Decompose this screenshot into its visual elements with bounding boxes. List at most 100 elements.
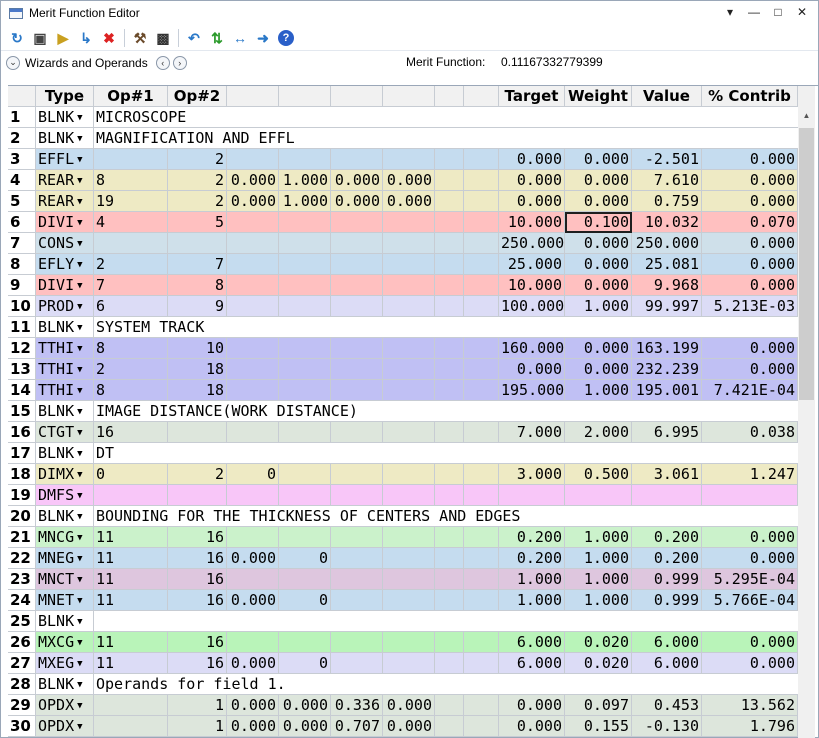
table-cell[interactable]: 11 [94,632,168,653]
table-cell[interactable] [383,485,435,506]
table-cell[interactable]: 0.000 [227,653,279,674]
column-header-blank-4[interactable] [227,86,279,107]
table-cell[interactable] [435,212,464,233]
table-cell[interactable] [331,254,383,275]
table-cell[interactable]: 160.000 [499,338,565,359]
table-cell[interactable]: 0.000 [499,695,565,716]
table-cell[interactable] [279,422,331,443]
table-cell[interactable] [464,212,499,233]
comment-cell[interactable]: DT [94,443,798,464]
column-header-blank-8[interactable] [435,86,464,107]
table-cell[interactable]: 0.000 [702,653,798,674]
table-cell[interactable] [168,233,227,254]
table-cell[interactable]: 1.796 [702,716,798,737]
table-cell[interactable] [435,170,464,191]
table-cell[interactable] [464,569,499,590]
wizards-label[interactable]: Wizards and Operands [25,56,148,70]
column-header--contrib[interactable]: % Contrib [702,86,798,107]
column-header-op-1[interactable]: Op#1 [94,86,168,107]
operand-type-select[interactable]: DIMX ▼ [36,464,94,485]
table-cell[interactable]: 0.000 [702,170,798,191]
minimize-button[interactable]: — [744,3,764,21]
table-cell[interactable]: 0.000 [702,359,798,380]
table-cell[interactable] [464,359,499,380]
dropdown-arrow-icon[interactable]: ▼ [77,617,82,627]
expand-wizards-button[interactable]: ⌄ [6,55,20,70]
table-cell[interactable]: 0.020 [565,653,632,674]
table-cell[interactable] [435,254,464,275]
table-cell[interactable] [383,359,435,380]
table-cell[interactable]: 0.097 [565,695,632,716]
table-cell[interactable]: 0.000 [383,170,435,191]
table-cell[interactable]: 6.000 [499,653,565,674]
table-cell[interactable] [632,485,702,506]
table-cell[interactable] [383,254,435,275]
table-cell[interactable] [464,254,499,275]
table-cell[interactable] [464,422,499,443]
operand-type-select[interactable]: DMFS ▼ [36,485,94,506]
table-cell[interactable]: 0.100 [565,212,632,233]
column-header-blank-0[interactable] [8,86,36,107]
table-cell[interactable]: 0 [279,590,331,611]
table-cell[interactable]: 16 [168,569,227,590]
table-cell[interactable] [383,233,435,254]
dropdown-arrow-icon[interactable]: ▼ [77,428,82,438]
column-header-target[interactable]: Target [499,86,565,107]
operand-type-select[interactable]: BLNK ▼ [36,443,94,464]
table-cell[interactable] [435,191,464,212]
table-cell[interactable]: 7.610 [632,170,702,191]
operand-type-select[interactable]: BLNK ▼ [36,317,94,338]
table-cell[interactable]: 5.766E-04 [702,590,798,611]
table-cell[interactable]: 6 [94,296,168,317]
table-cell[interactable] [464,716,499,737]
dropdown-arrow-icon[interactable]: ▼ [77,722,82,732]
table-cell[interactable] [227,275,279,296]
dropdown-arrow-icon[interactable]: ▼ [77,596,82,606]
table-cell[interactable] [279,380,331,401]
table-cell[interactable] [464,464,499,485]
column-header-blank-5[interactable] [279,86,331,107]
column-header-type[interactable]: Type [36,86,94,107]
table-cell[interactable] [279,212,331,233]
operand-type-select[interactable]: MNET ▼ [36,590,94,611]
dropdown-arrow-icon[interactable]: ▼ [77,323,82,333]
dropdown-arrow-icon[interactable]: ▼ [77,155,82,165]
operand-type-select[interactable]: DIVI ▼ [36,212,94,233]
table-cell[interactable] [279,359,331,380]
comment-cell[interactable]: MAGNIFICATION AND EFFL [94,128,798,149]
table-cell[interactable]: 1.000 [279,170,331,191]
operand-type-select[interactable]: CONS ▼ [36,233,94,254]
table-cell[interactable] [227,485,279,506]
table-cell[interactable]: 0.000 [702,275,798,296]
expand-icon[interactable]: ↔ [230,28,250,48]
table-cell[interactable]: 0.000 [702,149,798,170]
table-cell[interactable]: 0.000 [227,170,279,191]
table-cell[interactable] [435,233,464,254]
load-icon[interactable]: ▶ [53,28,73,48]
table-cell[interactable]: 0.000 [565,170,632,191]
table-cell[interactable] [331,275,383,296]
table-cell[interactable]: 0 [279,653,331,674]
chevron-down-icon[interactable]: ▾ [720,3,740,21]
table-cell[interactable]: 0.000 [499,149,565,170]
table-cell[interactable] [383,632,435,653]
table-cell[interactable]: 0.000 [331,170,383,191]
wizard-icon[interactable]: ⚒ [130,28,150,48]
table-cell[interactable]: 7.000 [499,422,565,443]
table-cell[interactable]: 5.213E-03 [702,296,798,317]
comment-cell[interactable]: Operands for field 1. [94,674,798,695]
table-cell[interactable]: 0.000 [227,191,279,212]
operand-type-select[interactable]: EFFL ▼ [36,149,94,170]
table-cell[interactable]: 0.000 [565,359,632,380]
table-cell[interactable] [279,338,331,359]
table-cell[interactable]: 0.000 [565,338,632,359]
table-cell[interactable] [331,212,383,233]
table-cell[interactable] [227,338,279,359]
table-cell[interactable] [435,590,464,611]
operand-type-select[interactable]: BLNK ▼ [36,674,94,695]
table-cell[interactable]: 11 [94,590,168,611]
table-cell[interactable]: 7 [94,275,168,296]
table-cell[interactable]: 250.000 [499,233,565,254]
table-cell[interactable] [702,485,798,506]
table-cell[interactable]: 16 [168,590,227,611]
